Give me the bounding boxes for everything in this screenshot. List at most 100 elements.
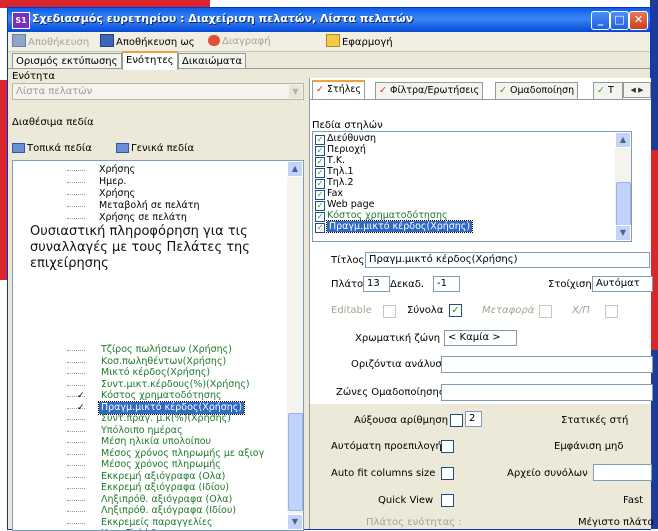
alignment-select[interactable]: Αυτόματ <box>592 276 653 292</box>
magazine-red-band <box>0 0 210 8</box>
chevron-left-icon[interactable]: ◀ <box>630 86 635 94</box>
tree-field-label: Εκκρεμή αξιόγραφα (Ιδίου) <box>101 482 230 493</box>
tree-row-label: Ημερ. <box>99 176 127 187</box>
toolbar: Αποθήκευση Αποθήκευση ως Διαγραφή Εφαρμο… <box>8 32 650 52</box>
scroll-thumb[interactable] <box>616 182 631 226</box>
available-fields-tree[interactable]: Χρήσης Ημερ. Χρήσης Μεταβολή σε πελάτη Χρήση… <box>12 160 304 531</box>
quick-view-checkbox[interactable] <box>441 494 454 507</box>
options-area: Αύξουσα αρίθμηση 2 Στατικές στή Αυτόματη… <box>310 404 654 529</box>
section-combo[interactable]: Λίστα πελατών ▼ <box>12 83 304 100</box>
general-fields-button[interactable]: Γενικά πεδία <box>116 143 194 154</box>
column-field-row[interactable]: ✓ Περιοχή <box>315 145 366 156</box>
grouping-zones-input[interactable] <box>441 384 653 401</box>
tree-scrollbar[interactable]: ▲ ▼ <box>287 161 303 530</box>
column-field-checkbox[interactable]: ✓ <box>315 201 325 211</box>
column-field-checkbox[interactable]: ✓ <box>315 223 325 233</box>
local-fields-button[interactable]: Τοπικά πεδία <box>12 143 92 154</box>
right-panel: ✓ Στήλες ✓ Φίλτρα/Ερωτήσεις ✓ Ομαδοποίηση ✓… <box>309 78 654 529</box>
scroll-up-icon[interactable]: ▲ <box>615 132 631 148</box>
tree-connector <box>67 182 85 183</box>
column-field-checkbox[interactable]: ✓ <box>315 157 325 167</box>
auto-preselect-checkbox[interactable] <box>441 440 454 453</box>
tree-connector <box>67 373 85 374</box>
tree-connector <box>67 384 85 386</box>
xp-label: Χ/Π <box>572 305 590 316</box>
column-field-checkbox[interactable]: ✓ <box>315 168 325 178</box>
tree-field-label: Μέσος χρόνος πληρωμής <box>101 459 221 470</box>
scroll-up-icon[interactable]: ▲ <box>287 161 303 177</box>
tree-connector <box>67 499 85 501</box>
chevron-right-icon[interactable]: ▶ <box>638 86 643 94</box>
totals-checkbox[interactable]: ✓ <box>449 304 462 317</box>
scroll-thumb[interactable] <box>288 413 303 511</box>
autofit-checkbox[interactable] <box>441 467 454 480</box>
totals-file-input[interactable] <box>593 464 652 481</box>
title-bar[interactable]: S1 Σχεδιασμός ευρετηρίου : Διαχείριση πε… <box>8 8 650 32</box>
alignment-label: Στοίχιση <box>548 279 592 290</box>
tree-field-label: Μικτό κέρδος(Χρήσης) <box>101 367 211 378</box>
column-field-row[interactable]: ✓ Διεύθυνση <box>315 134 376 145</box>
horizontal-analysis-input[interactable] <box>441 356 653 373</box>
column-field-row[interactable]: ✓ Τ.Κ. <box>315 156 345 167</box>
delete-button[interactable]: Διαγραφή <box>208 34 271 49</box>
column-field-checkbox[interactable]: ✓ <box>315 179 325 189</box>
fast-label: Fast <box>623 495 644 506</box>
auto-preselect-label: Αυτόματη προεπιλογή <box>331 441 442 452</box>
tab-filters[interactable]: ✓ Φίλτρα/Ερωτήσεις <box>375 82 484 99</box>
tab-sections[interactable]: Ενότητες <box>122 51 178 70</box>
tree-connector <box>67 194 85 195</box>
tree-connector <box>67 361 85 363</box>
column-field-row[interactable]: ✓ Τηλ.1 <box>315 166 354 178</box>
tab-permissions[interactable]: Δικαιώματα <box>178 53 247 69</box>
tree-row-check: ✓ <box>77 391 85 401</box>
magazine-red-band-left <box>0 80 8 280</box>
tree-field-label: Συντ.πραγ. μ.κ(%)(Χρήσης) <box>101 413 231 424</box>
tab-columns[interactable]: ✓ Στήλες <box>312 80 366 100</box>
column-field-checkbox[interactable]: ✓ <box>315 212 325 222</box>
column-field-checkbox[interactable]: ✓ <box>315 146 325 156</box>
column-field-row[interactable]: ✓ Τηλ.2 <box>315 177 354 189</box>
xp-checkbox[interactable] <box>605 305 618 318</box>
tree-connector <box>67 442 85 443</box>
column-fields-list[interactable]: ✓ Διεύθυνση ✓ Περιοχή ✓ Τ.Κ. ✓ Τηλ.1 ✓ Τηλ.2 ✓ Fax ✓… <box>312 131 632 242</box>
designer-window: S1 Σχεδιασμός ευρετηρίου : Διαχείριση πε… <box>8 8 654 531</box>
section-width-label: Πλάτος ενότητας : <box>366 517 462 528</box>
minimize-button[interactable]: _ <box>591 11 610 30</box>
chevron-down-icon[interactable]: ▼ <box>289 85 302 98</box>
maximize-button[interactable]: □ <box>610 11 629 30</box>
section-label: Ενότητα <box>12 71 55 82</box>
decimals-input[interactable]: -1 <box>433 276 460 292</box>
auto-numbering-input[interactable]: 2 <box>465 411 482 427</box>
save-as-button[interactable]: Αποθήκευση ως <box>100 34 195 49</box>
editable-checkbox[interactable] <box>383 305 396 318</box>
delete-icon <box>208 35 220 46</box>
column-list-scrollbar[interactable]: ▲ ▼ <box>615 132 631 241</box>
tree-field-label: Ληξιπρόθ. αξιόγραφα (Ιδίου) <box>101 505 237 516</box>
tab-more[interactable]: ✓ Τ <box>593 82 623 99</box>
tab-scroll-arrows[interactable]: ◀ ▶ <box>623 82 651 98</box>
column-field-label: Τηλ.1 <box>327 166 354 177</box>
scroll-down-icon[interactable]: ▼ <box>615 225 631 241</box>
width-input[interactable]: 13 <box>363 276 390 292</box>
close-button[interactable]: ✕ <box>629 11 648 30</box>
scroll-down-icon[interactable]: ▼ <box>287 514 303 530</box>
color-zone-select[interactable]: < Καμία > <box>444 330 517 346</box>
column-field-checkbox[interactable]: ✓ <box>315 190 325 200</box>
column-field-checkbox[interactable]: ✓ <box>315 135 325 145</box>
column-field-row[interactable]: ✓ Fax <box>315 189 343 200</box>
quick-view-label: Quick View <box>378 495 434 506</box>
column-field-row[interactable]: ✓ Web page <box>315 200 374 211</box>
tree-row-label: Χρήσης σε πελάτη <box>99 212 187 223</box>
save-icon <box>12 34 26 47</box>
tab-grouping[interactable]: ✓ Ομαδοποίηση <box>495 82 579 99</box>
tab-print-definition[interactable]: Ορισμός εκτύπωσης <box>12 53 122 69</box>
column-field-label: Τηλ.2 <box>327 177 354 188</box>
tree-field-label: Εκκρεμείς παραγγελίες <box>101 516 213 528</box>
title-input[interactable]: Πραγμ.μικτό κέρδος(Χρήσης) <box>365 252 650 268</box>
apply-button[interactable]: Εφαρμογή <box>326 34 393 49</box>
column-field-row[interactable]: ✓ Κόστος χρηματοδότησης <box>315 211 448 222</box>
column-field-row[interactable]: ✓ Πραγμ.μικτό κέρδος(Χρήσης) <box>315 220 474 233</box>
transfer-checkbox[interactable] <box>539 305 552 318</box>
auto-numbering-checkbox[interactable] <box>450 414 463 427</box>
save-button[interactable]: Αποθήκευση <box>12 34 89 49</box>
